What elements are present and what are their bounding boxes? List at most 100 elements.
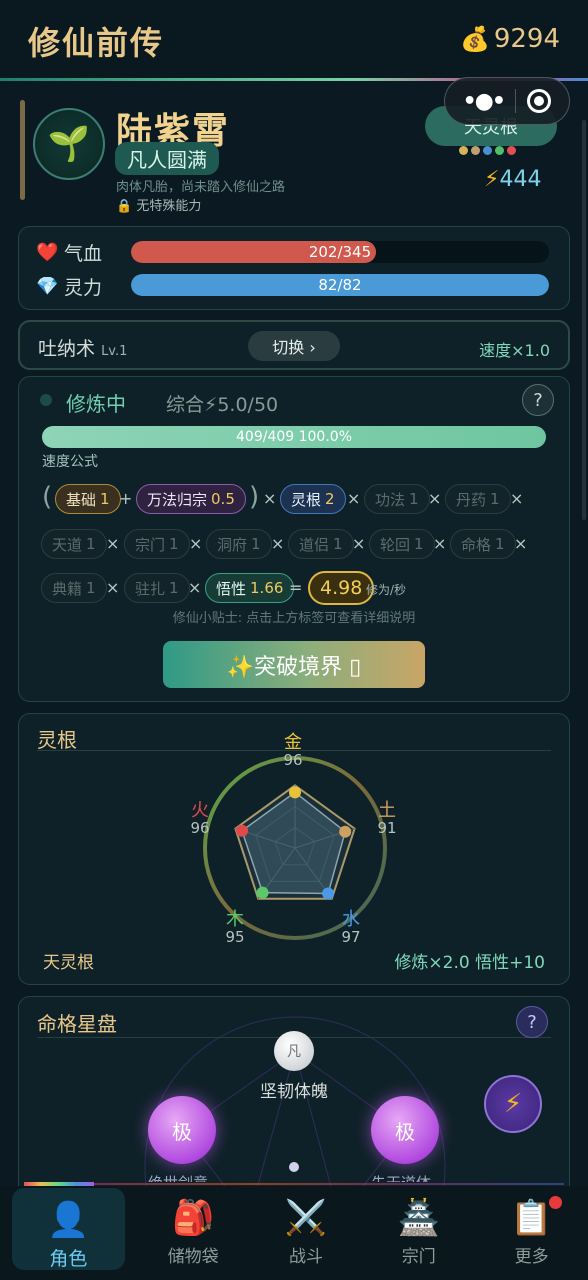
technique-name: 吐纳术 Lv.1 (38, 334, 127, 361)
cultivation-help-button[interactable]: ? (522, 384, 554, 416)
technique-title: 吐纳术 (38, 338, 96, 360)
capsule-divider (515, 89, 517, 113)
nav-item-character[interactable]: 👤 角色 (12, 1188, 125, 1270)
sprout-icon: 🌱 (47, 124, 91, 164)
scrollbar[interactable] (582, 120, 586, 520)
hp-label: 气血 (64, 243, 103, 265)
chip-mingge[interactable]: 命格 1 (450, 529, 516, 559)
roots-bonus: 修炼×2.0 悟性+10 (394, 953, 545, 973)
times-op: × (106, 578, 120, 597)
heart-icon: ❤️ (36, 242, 59, 263)
hp-value: 202/345 (308, 243, 372, 261)
ability-status: 🔒 无特殊能力 (116, 195, 201, 214)
money-value: 9294 (493, 24, 560, 54)
switch-technique-button[interactable]: 切换 › (248, 331, 340, 361)
miniprogram-capsule: •●• (444, 77, 570, 125)
nav-label: 储物袋 (167, 1247, 219, 1267)
diamond-icon: 💎 (36, 276, 59, 297)
mp-value: 82/82 (318, 276, 362, 294)
result-unit: 修为/秒 (366, 583, 407, 597)
close-target-button[interactable] (527, 89, 552, 113)
destiny-orb-left[interactable]: 极 (148, 1096, 216, 1164)
destiny-title: 命格星盘 (37, 1012, 117, 1036)
hp-row: ❤️ 气血 (36, 239, 132, 266)
times-op: × (188, 578, 202, 597)
chip-zongmen[interactable]: 宗门 1 (124, 529, 190, 559)
chip-base[interactable]: 基础 1 (55, 484, 121, 514)
combat-power: ⚡444 (484, 167, 541, 192)
cultivation-status: 修炼中 (66, 392, 126, 416)
element-gold: 金 96 (278, 728, 308, 769)
element-wood: 木 95 (220, 905, 250, 946)
root-dot (459, 146, 468, 155)
lightning-icon: ⚡ (484, 167, 500, 192)
chip-zhuzha[interactable]: 驻扎 1 (124, 573, 190, 603)
person-icon: 👤 (47, 1200, 90, 1240)
cultivation-tip: 修仙小贴士: 点击上方标签可查看详细说明 (172, 611, 416, 626)
chip-danyao[interactable]: 丹药 1 (445, 484, 511, 514)
chip-dianji[interactable]: 典籍 1 (41, 573, 107, 603)
mp-label: 灵力 (64, 277, 103, 299)
chip-tiandao[interactable]: 天道 1 (41, 529, 107, 559)
money-display: 💰 9294 (460, 24, 560, 54)
paren-close: ) (249, 482, 260, 512)
more-dots-button[interactable]: •●• (463, 89, 506, 114)
cultivation-progress-text: 409/409 100.0% (236, 429, 352, 445)
crossed-swords-icon: ⚔️ (284, 1198, 328, 1238)
radar-point-water (322, 887, 335, 900)
chip-lunhui[interactable]: 轮回 1 (369, 529, 435, 559)
root-element-dots (459, 146, 516, 155)
lightning-icon: ⚡ (503, 1089, 523, 1119)
mp-bar: 82/82 (131, 274, 549, 296)
technique-speed: 速度×1.0 (479, 341, 550, 360)
destiny-right-label: 先天道体 (371, 1172, 431, 1182)
mp-row: 💎 灵力 (36, 273, 132, 300)
plus-op: + (119, 489, 133, 508)
element-water-value: 97 (341, 928, 361, 946)
times-op: × (347, 489, 361, 508)
app-title: 修仙前传 (28, 24, 165, 62)
breakthrough-button[interactable]: ✨突破境界 ▯ (163, 641, 425, 688)
element-fire: 火 96 (185, 796, 215, 837)
root-dot (507, 146, 516, 155)
backpack-icon: 🎒 (172, 1198, 215, 1238)
status-dot (40, 394, 52, 406)
chip-daolv[interactable]: 道侣 1 (288, 529, 354, 559)
root-dot (471, 146, 480, 155)
chip-dongfu[interactable]: 洞府 1 (206, 529, 272, 559)
chip-wuxing[interactable]: 悟性 1.66 (205, 573, 295, 603)
hp-bar: 202/345 (131, 241, 549, 263)
avatar[interactable]: 🌱 (33, 108, 105, 180)
nav-item-inventory[interactable]: 🎒 储物袋 (137, 1186, 250, 1280)
radar-point-fire (236, 824, 249, 837)
radar-point-wood (256, 886, 269, 899)
destiny-help-button[interactable]: ? (516, 1006, 548, 1038)
chip-gongfa[interactable]: 功法 1 (364, 484, 430, 514)
chip-linggen[interactable]: 灵根 2 (280, 484, 346, 514)
cultivation-total: 综合⚡5.0/50 (166, 394, 279, 416)
ability-text: 无特殊能力 (136, 199, 202, 214)
nav-item-sect[interactable]: 🏯 宗门 (362, 1186, 475, 1280)
destiny-left-label: 绝世剑意 (148, 1172, 208, 1182)
nav-label: 宗门 (401, 1247, 436, 1267)
times-op: × (510, 489, 524, 508)
roots-title: 灵根 (37, 728, 77, 752)
times-op: × (433, 534, 447, 553)
radar-area (241, 791, 347, 895)
destiny-node[interactable] (289, 1162, 299, 1172)
bottom-nav: 👤 角色 🎒 储物袋 ⚔️ 战斗 🏯 宗门 📋 更多 (0, 1186, 588, 1280)
money-bag-icon: 💰 (459, 25, 490, 53)
result-chip[interactable]: 4.98 (308, 571, 375, 605)
destiny-center-star[interactable]: 凡 (274, 1031, 314, 1071)
power-value: 444 (499, 167, 542, 192)
paren-open: ( (42, 482, 53, 512)
question-icon: ? (527, 1011, 537, 1033)
nav-item-more[interactable]: 📋 更多 (475, 1186, 588, 1280)
realm-description: 肉体凡胎，尚未踏入修仙之路 (116, 180, 286, 195)
quick-action-button[interactable]: ⚡ (484, 1075, 542, 1133)
nav-item-battle[interactable]: ⚔️ 战斗 (250, 1186, 363, 1280)
destiny-orb-right[interactable]: 极 (371, 1096, 439, 1164)
chip-wanfa[interactable]: 万法归宗 0.5 (136, 484, 246, 514)
element-water: 水 97 (336, 905, 366, 946)
realm-badge: 凡人圆满 (115, 142, 219, 175)
